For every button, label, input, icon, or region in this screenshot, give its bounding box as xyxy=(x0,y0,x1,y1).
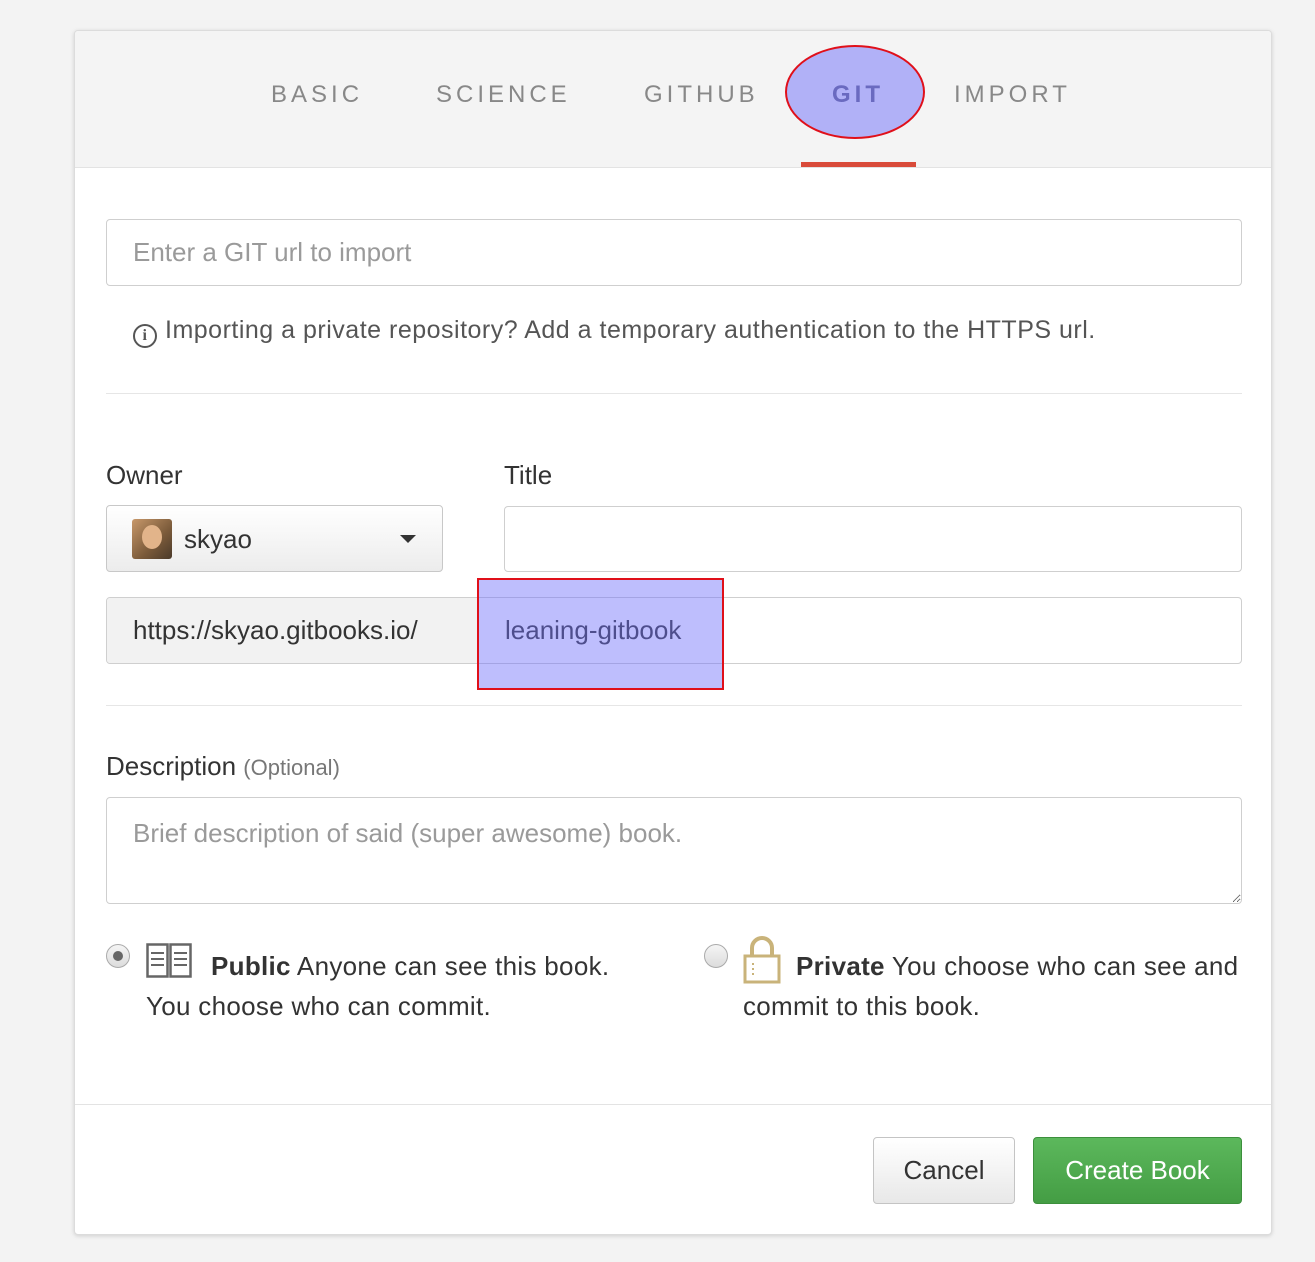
tab-git[interactable]: GIT xyxy=(832,81,884,109)
user-avatar xyxy=(132,519,172,559)
public-radio[interactable] xyxy=(106,944,130,968)
private-repo-hint: i Importing a private repository? Add a t… xyxy=(133,316,1096,348)
description-label: Description (Optional) xyxy=(106,751,340,782)
title-input[interactable] xyxy=(504,506,1242,572)
tab-import[interactable]: IMPORT xyxy=(954,81,1071,109)
active-tab-indicator xyxy=(801,162,916,167)
url-prefix: https://skyao.gitbooks.io/ xyxy=(107,598,479,663)
title-label: Title xyxy=(504,460,553,490)
annotation-rectangle xyxy=(477,578,724,690)
public-option[interactable]: Public Anyone can see this book. You cho… xyxy=(146,946,646,1026)
public-title: Public xyxy=(211,951,291,981)
owner-select[interactable]: skyao xyxy=(106,505,443,572)
description-textarea[interactable] xyxy=(106,797,1242,904)
create-book-button[interactable]: Create Book xyxy=(1033,1137,1242,1204)
create-book-dialog: BASIC SCIENCE GITHUB GIT IMPORT i Importi… xyxy=(74,30,1272,1235)
divider xyxy=(106,393,1242,394)
tab-basic[interactable]: BASIC xyxy=(271,81,363,109)
optional-note: (Optional) xyxy=(243,755,340,780)
owner-label: Owner xyxy=(106,460,183,490)
tab-science[interactable]: SCIENCE xyxy=(436,81,571,109)
tab-github[interactable]: GITHUB xyxy=(644,81,759,109)
git-url-input[interactable] xyxy=(106,219,1242,286)
private-option[interactable]: Private You choose who can see and commi… xyxy=(743,946,1263,1026)
caret-down-icon xyxy=(400,535,416,543)
private-title: Private xyxy=(796,951,885,981)
private-radio[interactable] xyxy=(704,944,728,968)
hint-text: Importing a private repository? Add a te… xyxy=(165,316,1096,344)
divider xyxy=(106,705,1242,706)
description-label-text: Description xyxy=(106,751,237,781)
owner-name: skyao xyxy=(184,524,252,554)
footer-divider xyxy=(75,1104,1271,1105)
tab-bar: BASIC SCIENCE GITHUB GIT IMPORT xyxy=(75,31,1271,168)
cancel-button[interactable]: Cancel xyxy=(873,1137,1015,1204)
info-icon: i xyxy=(133,324,157,348)
